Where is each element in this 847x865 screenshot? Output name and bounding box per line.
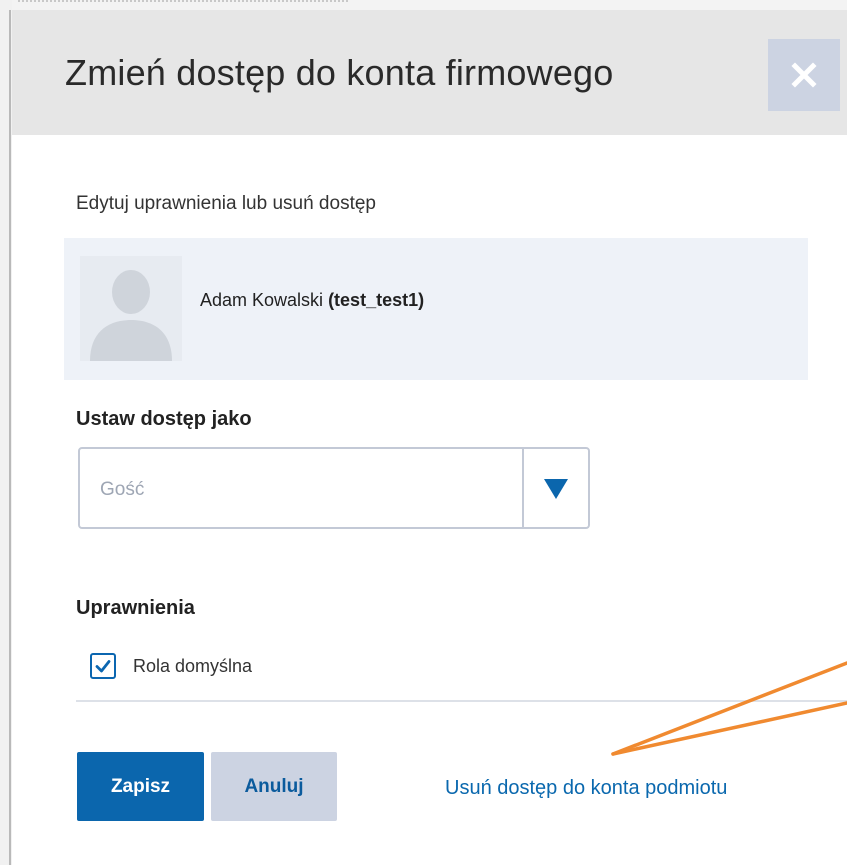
permission-item-default-role[interactable]: Rola domyślna bbox=[90, 653, 252, 679]
checkmark-icon bbox=[95, 660, 111, 673]
role-select[interactable]: Gość bbox=[78, 447, 590, 529]
select-divider bbox=[522, 449, 524, 527]
close-button[interactable] bbox=[768, 39, 840, 111]
permissions-label: Uprawnienia bbox=[76, 597, 195, 619]
permission-label: Rola domyślna bbox=[133, 655, 253, 676]
default-role-checkbox[interactable] bbox=[90, 653, 116, 679]
user-name: Adam Kowalski bbox=[200, 290, 324, 310]
modal-subtitle: Edytuj uprawnienia lub usuń dostęp bbox=[76, 193, 376, 214]
background-left-border bbox=[9, 10, 11, 865]
user-display-name: Adam Kowalski (test_test1) bbox=[200, 290, 424, 311]
cancel-button[interactable]: Anuluj bbox=[211, 752, 337, 821]
role-label: Ustaw dostęp jako bbox=[76, 408, 252, 430]
triangle-down-icon[interactable] bbox=[544, 479, 568, 499]
role-select-value: Gość bbox=[100, 479, 145, 500]
modal-title: Zmień dostęp do konta firmowego bbox=[65, 52, 614, 93]
save-button[interactable]: Zapisz bbox=[77, 752, 204, 821]
background-dotted-line bbox=[18, 0, 348, 10]
user-login: (test_test1) bbox=[328, 290, 425, 310]
avatar bbox=[80, 256, 182, 361]
user-card: Adam Kowalski (test_test1) bbox=[64, 238, 808, 380]
close-icon bbox=[791, 62, 817, 88]
remove-access-link[interactable]: Usuń dostęp do konta podmiotu bbox=[445, 777, 727, 800]
user-placeholder-icon bbox=[90, 270, 172, 361]
modal-header: Zmień dostęp do konta firmowego bbox=[12, 10, 847, 135]
change-access-modal: Zmień dostęp do konta firmowego Edytuj u… bbox=[12, 10, 847, 865]
divider bbox=[76, 700, 847, 702]
